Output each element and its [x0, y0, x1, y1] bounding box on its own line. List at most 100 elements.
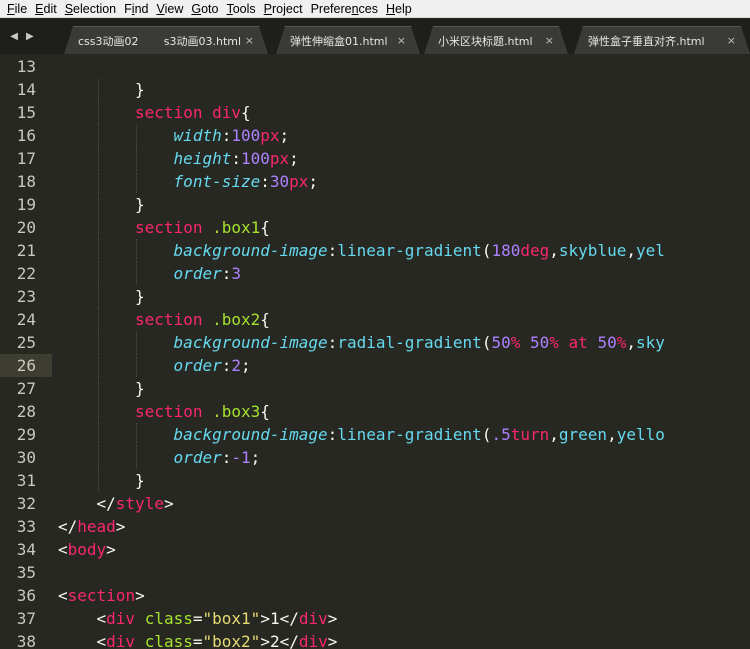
code-token: 50 — [530, 333, 550, 352]
line-number: 36 — [16, 586, 36, 605]
code-token: "box1" — [202, 609, 261, 628]
close-icon[interactable]: × — [545, 34, 554, 47]
tab-bar: ◀ ▶ css3动画02 css3动画03.html × 弹性伸缩盒01.html × 小… — [0, 19, 750, 54]
code-line[interactable]: 37 <div class="box1">1</div> — [0, 607, 750, 630]
code-line[interactable]: 26 order:2; — [0, 354, 750, 377]
line-number: 22 — [16, 264, 36, 283]
code-token: background-image — [173, 425, 328, 444]
code-line[interactable]: 21 background-image:linear-gradient(180de… — [0, 239, 750, 262]
code-line[interactable]: 13 — [0, 55, 750, 78]
indent-guide — [97, 331, 99, 354]
code-token: </ — [96, 494, 116, 513]
code-line[interactable]: 27} — [0, 377, 750, 400]
code-text: <div class="box1">1</div> — [97, 607, 338, 630]
triangle-right-icon[interactable]: ▶ — [26, 31, 34, 42]
triangle-left-icon[interactable]: ◀ — [10, 31, 18, 42]
tab-label: css3动画02 — [78, 34, 139, 48]
code-line[interactable]: 28 section .box3{ — [0, 400, 750, 423]
tab-label: 弹性伸缩盒01.html — [290, 34, 388, 48]
code-token: px — [289, 172, 309, 191]
code-token: yello — [616, 425, 665, 444]
line-number: 18 — [16, 172, 36, 191]
code-line[interactable]: 24 section .box2{ — [0, 308, 750, 331]
code-line[interactable]: 38 <div class="box2">2</div> — [0, 630, 750, 649]
menu-goto[interactable]: Goto — [188, 2, 223, 16]
tab-3[interactable]: 弹性伸缩盒01.html × — [276, 26, 420, 54]
code-line[interactable]: 31} — [0, 469, 750, 492]
menu-tools[interactable]: Tools — [223, 2, 260, 16]
code-token: 50 — [491, 333, 511, 352]
menu-find[interactable]: Find — [121, 2, 153, 16]
code-token: order — [173, 264, 222, 283]
indent-guide — [97, 354, 99, 377]
code-token: >2</ — [260, 632, 299, 649]
code-token: < — [58, 540, 68, 559]
menu-view[interactable]: View — [153, 2, 188, 16]
code-token: 100 — [231, 126, 261, 145]
tab-4[interactable]: 小米区块标题.html × — [424, 26, 568, 54]
code-line[interactable]: 34 <body> — [0, 538, 750, 561]
code-line[interactable]: 20 section .box1{ — [0, 216, 750, 239]
indent-guide — [97, 239, 99, 262]
code-token: ( — [481, 333, 492, 352]
close-icon[interactable]: × — [727, 34, 736, 47]
code-token: section div — [135, 103, 241, 122]
menu-file[interactable]: File — [4, 2, 32, 16]
code-text: section div{ — [135, 101, 251, 124]
code-line[interactable]: 23} — [0, 285, 750, 308]
code-token: { — [260, 402, 270, 421]
code-token: % — [549, 333, 559, 352]
code-line[interactable]: 33 </head> — [0, 515, 750, 538]
code-editor[interactable]: 13 14} 15 section div{16 width:100px; 17 heigh… — [0, 54, 750, 649]
code-line[interactable]: 18 font-size:30px; — [0, 170, 750, 193]
code-token: ; — [241, 356, 251, 375]
menu-preferences[interactable]: Preferences — [308, 2, 383, 16]
code-token: > — [327, 632, 338, 649]
code-token: class — [144, 632, 193, 649]
code-line[interactable]: 25 background-image:radial-gradient(50% 5… — [0, 331, 750, 354]
code-line[interactable]: 16 width:100px; — [0, 124, 750, 147]
code-line[interactable]: 19} — [0, 193, 750, 216]
code-token: body — [67, 540, 107, 559]
code-line[interactable]: 22 order:3 — [0, 262, 750, 285]
indent-guide — [136, 239, 138, 262]
indent-guide — [136, 262, 138, 285]
menu-project[interactable]: Project — [261, 2, 308, 16]
indent-guide — [97, 262, 99, 285]
code-line[interactable]: 36 <section> — [0, 584, 750, 607]
menu-help[interactable]: Help — [383, 2, 417, 16]
menu-selection[interactable]: Selection — [62, 2, 121, 16]
line-number: 33 — [16, 517, 36, 536]
code-text: </style> — [97, 492, 174, 515]
code-line[interactable]: 32 </style> — [0, 492, 750, 515]
line-number: 31 — [16, 471, 36, 490]
code-token: } — [135, 471, 145, 490]
tab-label: 小米区块标题.html — [438, 34, 533, 48]
indent-guide — [97, 308, 99, 331]
menu-bar: File Edit Selection Find View Goto Tools Projec… — [0, 0, 750, 18]
code-token: width — [173, 126, 222, 145]
code-token: green — [558, 425, 608, 444]
code-text: section .box2{ — [135, 308, 270, 331]
code-token: 180 — [491, 241, 521, 260]
code-token: font-size — [173, 172, 261, 191]
close-icon[interactable]: × — [397, 34, 406, 47]
code-line[interactable]: 15 section div{ — [0, 101, 750, 124]
code-line[interactable]: 30 order:-1; — [0, 446, 750, 469]
code-line[interactable]: 14} — [0, 78, 750, 101]
tab-1[interactable]: css3动画02 — [64, 26, 168, 54]
menu-edit[interactable]: Edit — [32, 2, 62, 16]
code-line[interactable]: 17 height:100px; — [0, 147, 750, 170]
code-token: 100 — [240, 149, 270, 168]
code-text: order:3 — [174, 262, 241, 285]
code-token: yel — [635, 241, 665, 260]
code-text: font-size:30px; — [174, 170, 319, 193]
close-icon[interactable]: × — [245, 34, 254, 47]
code-line[interactable]: 29 background-image:linear-gradient(.5tur… — [0, 423, 750, 446]
code-text: background-image:linear-gradient(.5turn,… — [174, 423, 665, 446]
indent-guide — [136, 354, 138, 377]
code-token: turn — [510, 425, 550, 444]
code-line[interactable]: 35 — [0, 561, 750, 584]
tab-5[interactable]: 弹性盒子垂直对齐.html × — [574, 26, 750, 54]
